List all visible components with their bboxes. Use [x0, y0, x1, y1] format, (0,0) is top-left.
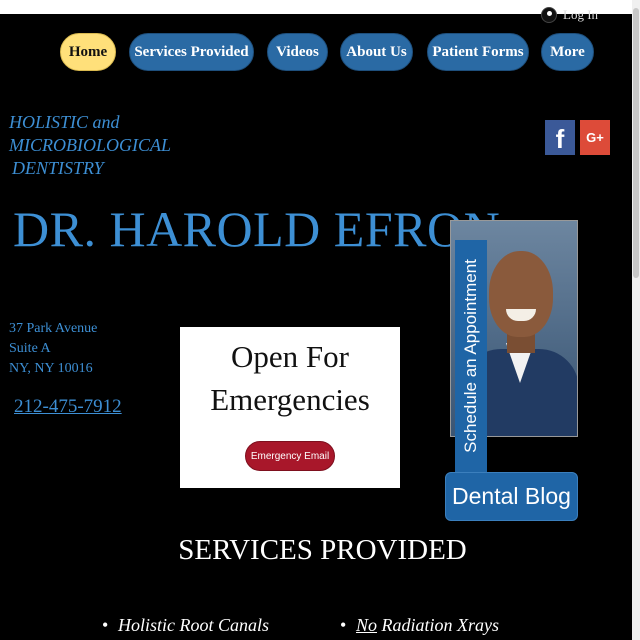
nav-item-services-provided[interactable]: Services Provided [129, 33, 254, 71]
doctor-name-heading: DR. HAROLD EFRON [13, 201, 501, 257]
tagline-line-1: HOLISTIC and [9, 112, 120, 132]
login-link[interactable]: Log In [541, 6, 598, 24]
emergency-title-line-1: Open For [231, 339, 349, 374]
address-line-3: NY, NY 10016 [9, 361, 93, 376]
nav-item-more[interactable]: More [541, 33, 594, 71]
address-line-1: 37 Park Avenue [9, 321, 98, 336]
schedule-appointment-label[interactable]: Schedule an Appointment [461, 259, 481, 453]
phone-link[interactable]: 212-475-7912 [14, 396, 122, 418]
page-scrollbar[interactable] [632, 0, 640, 640]
google-plus-link[interactable]: G+ [580, 120, 610, 155]
service-item-text: Radiation Xrays [377, 615, 500, 635]
facebook-icon: f [555, 124, 565, 154]
emergency-title-line-2: Emergencies [210, 382, 370, 417]
services-list-right: No Radiation Xrays [340, 613, 499, 637]
tagline-line-2: MICROBIOLOGICAL [9, 135, 171, 155]
schedule-appointment-button[interactable]: Schedule an Appointment [455, 240, 487, 472]
services-heading: SERVICES PROVIDED [178, 534, 467, 566]
nav-item-videos[interactable]: Videos [267, 33, 328, 71]
list-item: Holistic Root Canals [102, 613, 269, 637]
service-no-emphasis: No [356, 615, 378, 635]
practice-address: 37 Park Avenue Suite A NY, NY 10016 [9, 319, 97, 379]
google-plus-icon: G+ [586, 130, 604, 145]
login-label[interactable]: Log In [563, 7, 598, 23]
user-avatar-icon[interactable] [541, 7, 557, 23]
nav-item-home[interactable]: Home [60, 33, 116, 71]
address-line-2: Suite A [9, 341, 51, 356]
dental-blog-button[interactable]: Dental Blog [445, 472, 578, 521]
emergency-box: Open For Emergencies Emergency Email [180, 327, 400, 488]
tagline-line-3: DENTISTRY [12, 158, 104, 178]
main-nav: Home Services Provided Videos About Us P… [0, 33, 632, 71]
scrollbar-thumb[interactable] [633, 8, 639, 278]
top-bar [0, 0, 632, 14]
services-list-left: Holistic Root Canals [102, 613, 269, 637]
emergency-title: Open For Emergencies [180, 335, 400, 421]
practice-tagline: HOLISTIC and MICROBIOLOGICAL DENTISTRY [9, 111, 209, 180]
facebook-link[interactable]: f [545, 120, 575, 155]
nav-item-about-us[interactable]: About Us [340, 33, 413, 71]
nav-item-patient-forms[interactable]: Patient Forms [427, 33, 529, 71]
list-item: No Radiation Xrays [340, 613, 499, 637]
emergency-email-button[interactable]: Emergency Email [245, 441, 335, 471]
